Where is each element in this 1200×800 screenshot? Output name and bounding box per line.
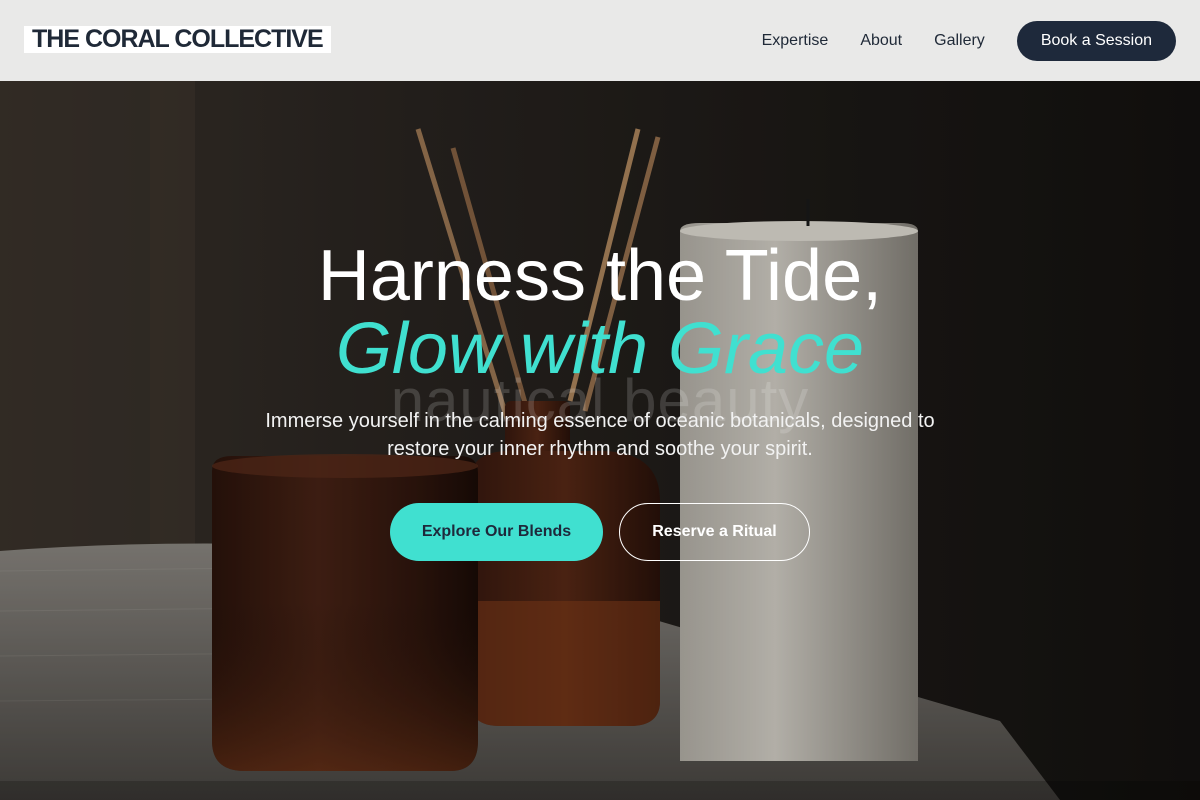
hero-subtitle: Immerse yourself in the calming essence …: [265, 410, 935, 460]
nav-link-about[interactable]: About: [860, 32, 902, 50]
nav-link-gallery[interactable]: Gallery: [934, 32, 985, 50]
book-session-button[interactable]: Book a Session: [1016, 20, 1176, 61]
nav-link-expertise[interactable]: Expertise: [762, 32, 829, 50]
explore-blends-button[interactable]: Explore Our Blends: [390, 503, 603, 561]
brand-logo[interactable]: THE CORAL COLLECTIVE: [24, 26, 331, 53]
site-header: THE CORAL COLLECTIVE Expertise About Gal…: [0, 0, 1200, 81]
reserve-ritual-button[interactable]: Reserve a Ritual: [619, 503, 810, 561]
hero-headline-line2: Glow with Grace: [335, 309, 865, 389]
hero-headline-line1: Harness the Tide,: [317, 236, 883, 316]
hero-section: nautical beauty Harness the Tide, Glow w…: [0, 81, 1200, 800]
main-nav: Expertise About Gallery Book a Session: [762, 20, 1176, 61]
